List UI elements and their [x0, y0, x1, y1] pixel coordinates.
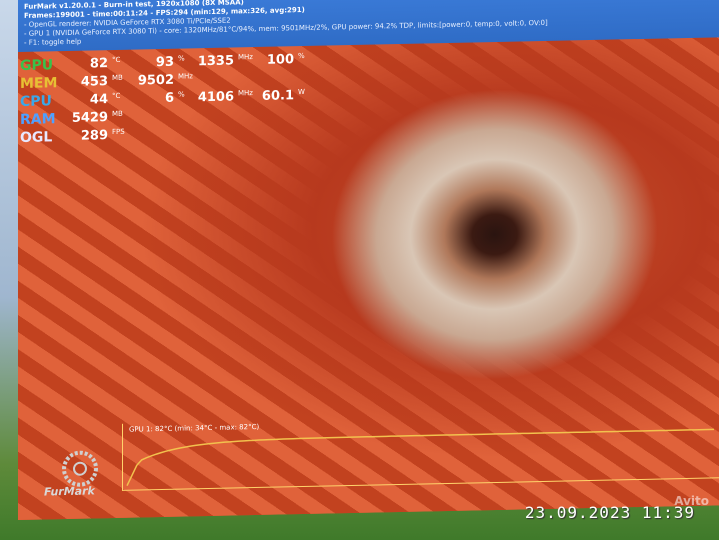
temperature-line — [126, 428, 714, 487]
header-line-help: - F1: toggle help — [24, 37, 82, 47]
stat-value: 82 — [89, 56, 108, 72]
stat-value: 289 — [80, 128, 108, 144]
furry-donut-icon — [62, 450, 98, 487]
stat-label: OGL — [20, 129, 53, 146]
stat-unit: °C — [112, 55, 121, 65]
stat-value: 60.1 — [261, 88, 294, 104]
stat-value: 5429 — [71, 110, 108, 126]
logo-text: FurMark — [44, 484, 95, 499]
stat-value: 453 — [80, 74, 108, 90]
stat-value: 9502 — [137, 72, 174, 89]
photo-timestamp: 23.09.2023 11:39 — [524, 503, 695, 522]
stat-unit: % — [298, 51, 305, 61]
stat-unit: MB — [112, 109, 123, 119]
stat-value: 1335 — [197, 53, 234, 70]
stat-label: CPU — [20, 93, 52, 110]
stat-unit: FPS — [112, 127, 125, 137]
stat-value: 44 — [89, 92, 108, 108]
stat-unit: W — [298, 87, 305, 97]
stat-unit: MHz — [178, 72, 193, 81]
stat-value: 4106 — [197, 89, 234, 106]
stat-unit: °C — [112, 91, 121, 101]
furmark-render-window[interactable]: FurMark v1.20.0.1 - Burn-in test, 1920x1… — [18, 0, 719, 520]
info-overlay: FurMark v1.20.0.1 - Burn-in test, 1920x1… — [18, 0, 719, 52]
stat-value: 100 — [266, 52, 294, 68]
stat-label: GPU — [20, 57, 54, 74]
stat-value: 93 — [155, 54, 174, 71]
furmark-logo: FurMark — [40, 444, 118, 502]
stat-value: 6 — [164, 90, 174, 106]
stat-label: MEM — [20, 75, 58, 92]
temperature-graph: GPU 1: 82°C (min: 34°C - max: 82°C) — [122, 411, 719, 491]
temperature-line-svg — [126, 428, 714, 487]
